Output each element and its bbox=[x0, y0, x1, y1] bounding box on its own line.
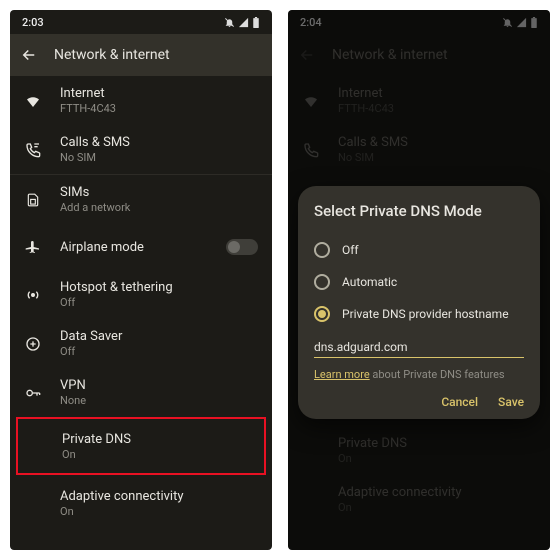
learn-more-text: Learn more about Private DNS features bbox=[314, 368, 524, 381]
row-airplane[interactable]: Airplane mode bbox=[10, 224, 272, 270]
row-label: Airplane mode bbox=[60, 240, 208, 255]
radio-off[interactable]: Off bbox=[314, 234, 524, 266]
row-label: Internet bbox=[60, 86, 258, 101]
row-sub: On bbox=[62, 448, 256, 461]
row-sub: No SIM bbox=[60, 151, 258, 164]
row-sub: Off bbox=[60, 345, 258, 358]
radio-hostname[interactable]: Private DNS provider hostname bbox=[314, 298, 524, 330]
row-sub: Off bbox=[60, 296, 258, 309]
app-bar: Network & internet bbox=[10, 34, 272, 76]
vpn-icon bbox=[24, 385, 42, 401]
row-sub: None bbox=[60, 394, 258, 407]
row-private-dns[interactable]: Private DNS On bbox=[18, 423, 264, 469]
dns-hostname-input[interactable]: dns.adguard.com bbox=[314, 336, 524, 358]
dialog-title: Select Private DNS Mode bbox=[314, 202, 524, 220]
back-icon[interactable] bbox=[20, 46, 38, 64]
row-sub: FTTH-4C43 bbox=[60, 102, 258, 115]
settings-list: Internet FTTH-4C43 Calls & SMS No SIM SI… bbox=[10, 76, 272, 528]
radio-label: Automatic bbox=[342, 275, 397, 289]
radio-automatic[interactable]: Automatic bbox=[314, 266, 524, 298]
phone-left: 2:03 Network & internet Internet FTTH-4C… bbox=[10, 10, 272, 550]
row-vpn[interactable]: VPN None bbox=[10, 368, 272, 417]
clock: 2:03 bbox=[22, 16, 44, 29]
learn-more-link[interactable]: Learn more bbox=[314, 368, 370, 381]
row-datasaver[interactable]: Data Saver Off bbox=[10, 319, 272, 368]
signal-icon bbox=[238, 17, 249, 28]
save-button[interactable]: Save bbox=[498, 395, 524, 409]
status-bar: 2:03 bbox=[10, 10, 272, 34]
row-calls[interactable]: Calls & SMS No SIM bbox=[10, 125, 272, 174]
row-label: Adaptive connectivity bbox=[60, 489, 258, 504]
page-title: Network & internet bbox=[54, 47, 170, 63]
radio-icon bbox=[314, 306, 330, 322]
radio-icon bbox=[314, 242, 330, 258]
row-label: Private DNS bbox=[62, 432, 256, 447]
datasaver-icon bbox=[24, 336, 42, 352]
row-sub: Add a network bbox=[60, 201, 258, 214]
phone-icon bbox=[24, 142, 42, 158]
sim-icon bbox=[24, 192, 42, 208]
airplane-switch[interactable] bbox=[226, 239, 258, 255]
row-sims[interactable]: SIMs Add a network bbox=[10, 175, 272, 224]
battery-icon bbox=[252, 17, 260, 28]
row-label: Calls & SMS bbox=[60, 135, 258, 150]
row-internet[interactable]: Internet FTTH-4C43 bbox=[10, 76, 272, 125]
status-icons bbox=[224, 17, 260, 28]
cancel-button[interactable]: Cancel bbox=[441, 395, 478, 409]
hotspot-icon bbox=[24, 287, 42, 303]
phone-right: 2:04 Network & internet Internet FTTH-4C… bbox=[288, 10, 550, 550]
radio-icon bbox=[314, 274, 330, 290]
row-adaptive[interactable]: Adaptive connectivity On bbox=[10, 479, 272, 528]
row-label: VPN bbox=[60, 378, 258, 393]
highlight-private-dns: Private DNS On bbox=[16, 417, 266, 475]
row-sub: On bbox=[60, 505, 258, 518]
airplane-icon bbox=[24, 239, 42, 255]
learn-more-rest: about Private DNS features bbox=[370, 368, 505, 381]
radio-label: Off bbox=[342, 243, 359, 257]
bell-off-icon bbox=[224, 17, 235, 28]
row-label: Data Saver bbox=[60, 329, 258, 344]
private-dns-dialog: Select Private DNS Mode Off Automatic Pr… bbox=[298, 186, 540, 419]
row-label: SIMs bbox=[60, 185, 258, 200]
wifi-icon bbox=[24, 92, 42, 110]
row-label: Hotspot & tethering bbox=[60, 280, 258, 295]
radio-label: Private DNS provider hostname bbox=[342, 307, 509, 321]
row-hotspot[interactable]: Hotspot & tethering Off bbox=[10, 270, 272, 319]
